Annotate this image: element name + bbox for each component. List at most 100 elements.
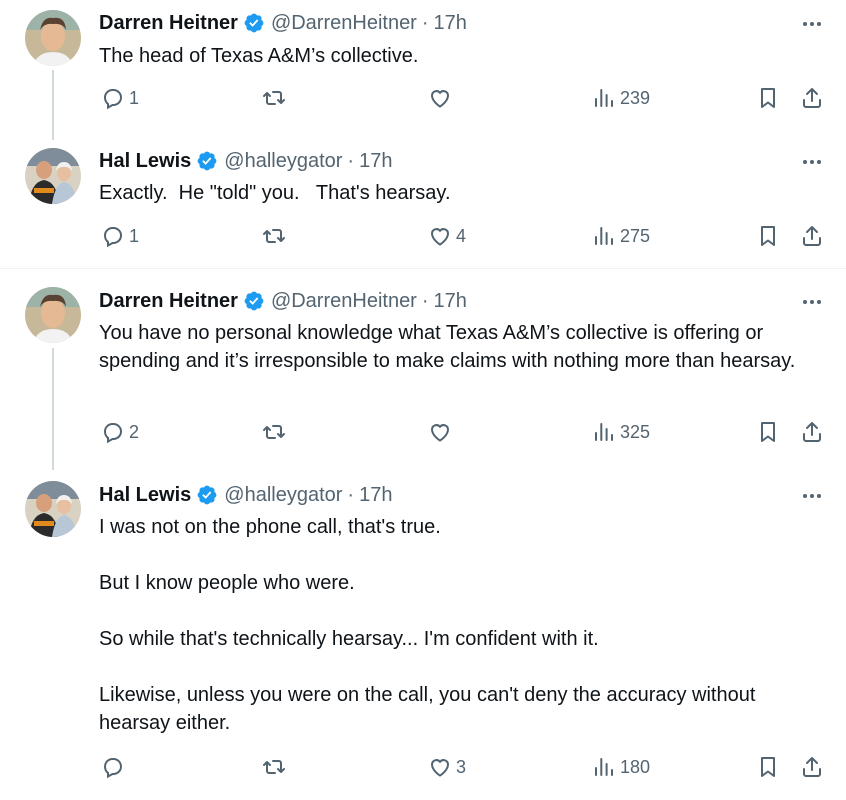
- heart-icon: [430, 228, 450, 246]
- separator: ·: [347, 150, 355, 172]
- tweet-text: The head of Texas A&M’s collective.: [99, 45, 419, 67]
- reply-count: 1: [129, 87, 140, 108]
- like-count: 4: [456, 225, 467, 246]
- reply-icon: [103, 758, 123, 779]
- bookmark-icon: [761, 226, 775, 246]
- author-name[interactable]: Hal Lewis: [99, 149, 191, 173]
- share-button[interactable]: [800, 86, 824, 110]
- retweet-button[interactable]: [262, 420, 290, 444]
- retweet-button[interactable]: [262, 755, 290, 779]
- share-button[interactable]: [800, 755, 824, 779]
- avatar[interactable]: [25, 481, 81, 537]
- views-count: 239: [620, 87, 651, 108]
- verified-badge-icon: [243, 290, 265, 312]
- retweet-icon: [263, 425, 285, 439]
- verified-badge-icon: [243, 12, 265, 34]
- timestamp[interactable]: 17h: [359, 149, 392, 173]
- author-handle[interactable]: @DarrenHeitner: [271, 11, 417, 35]
- tweet-header: Hal Lewis @halleygator · 17h: [99, 149, 392, 173]
- action-bar: 3 180: [0, 755, 846, 785]
- bookmark-icon: [761, 757, 775, 777]
- retweet-button[interactable]: [262, 224, 290, 248]
- verified-badge-icon: [196, 484, 218, 506]
- views-button[interactable]: 239: [592, 86, 650, 110]
- views-count: 325: [620, 421, 651, 442]
- more-options-icon[interactable]: [800, 150, 824, 174]
- like-button[interactable]: 3: [428, 755, 466, 779]
- views-button[interactable]: 325: [592, 420, 650, 444]
- action-bar: 1 239: [0, 86, 846, 116]
- views-icon: [595, 423, 613, 441]
- avatar[interactable]: [25, 148, 81, 204]
- author-name[interactable]: Darren Heitner: [99, 289, 238, 313]
- author-handle[interactable]: @DarrenHeitner: [271, 289, 417, 313]
- views-icon: [595, 227, 613, 245]
- reply-icon: [103, 423, 123, 444]
- tweet-text: You have no personal knowledge what Texa…: [99, 322, 796, 372]
- views-icon: [595, 89, 613, 107]
- share-button[interactable]: [800, 420, 824, 444]
- views-button[interactable]: 180: [592, 755, 650, 779]
- views-count: 180: [620, 756, 651, 777]
- tweet-header: Hal Lewis @halleygator · 17h: [99, 483, 392, 507]
- bookmark-button[interactable]: [756, 86, 780, 110]
- like-button[interactable]: [428, 86, 456, 110]
- conversation-divider: [0, 268, 846, 269]
- retweet-icon: [263, 91, 285, 105]
- action-bar: 1 4 275: [0, 224, 846, 254]
- reply-button[interactable]: 1: [101, 224, 139, 248]
- verified-badge-icon: [196, 150, 218, 172]
- reply-button[interactable]: 1: [101, 86, 139, 110]
- timestamp[interactable]: 17h: [359, 483, 392, 507]
- reply-button[interactable]: 2: [101, 420, 139, 444]
- author-name[interactable]: Darren Heitner: [99, 11, 238, 35]
- tweet-2[interactable]: Hal Lewis @halleygator · 17h Exactly. He…: [0, 140, 846, 268]
- reply-button[interactable]: [101, 755, 129, 779]
- author-handle[interactable]: @halleygator: [224, 149, 342, 173]
- views-button[interactable]: 275: [592, 224, 650, 248]
- reply-icon: [103, 227, 123, 248]
- avatar[interactable]: [25, 287, 81, 343]
- avatar[interactable]: [25, 10, 81, 66]
- retweet-icon: [263, 229, 285, 243]
- author-name[interactable]: Hal Lewis: [99, 483, 191, 507]
- share-icon: [803, 88, 821, 108]
- retweet-button[interactable]: [262, 86, 290, 110]
- more-options-icon[interactable]: [800, 12, 824, 36]
- heart-icon: [430, 759, 450, 777]
- views-count: 275: [620, 225, 651, 246]
- tweet-header: Darren Heitner @DarrenHeitner · 17h: [99, 289, 467, 313]
- reply-count: 2: [129, 421, 140, 442]
- bookmark-icon: [761, 422, 775, 442]
- bookmark-button[interactable]: [756, 755, 780, 779]
- bookmark-button[interactable]: [756, 420, 780, 444]
- separator: ·: [347, 484, 355, 506]
- timestamp[interactable]: 17h: [434, 11, 467, 35]
- thread-line: [52, 348, 54, 470]
- reply-icon: [103, 89, 123, 110]
- tweet-4[interactable]: Hal Lewis @halleygator · 17h I was not o…: [0, 472, 846, 800]
- tweet-3[interactable]: Darren Heitner @DarrenHeitner · 17h You …: [0, 278, 846, 470]
- like-count: 3: [456, 756, 467, 777]
- views-icon: [595, 758, 613, 776]
- author-handle[interactable]: @halleygator: [224, 483, 342, 507]
- more-options-icon[interactable]: [800, 290, 824, 314]
- share-icon: [803, 226, 821, 246]
- action-bar: 2 325: [0, 420, 846, 450]
- bookmark-button[interactable]: [756, 224, 780, 248]
- tweet-1[interactable]: Darren Heitner @DarrenHeitner · 17h The …: [0, 0, 846, 140]
- timestamp[interactable]: 17h: [434, 289, 467, 313]
- tweet-header: Darren Heitner @DarrenHeitner · 17h: [99, 11, 467, 35]
- reply-count: 1: [129, 225, 140, 246]
- like-button[interactable]: 4: [428, 224, 466, 248]
- heart-icon: [430, 90, 450, 108]
- share-button[interactable]: [800, 224, 824, 248]
- share-icon: [803, 757, 821, 777]
- more-options-icon[interactable]: [800, 484, 824, 508]
- heart-icon: [430, 424, 450, 442]
- tweet-text: Exactly. He "told" you. That's hearsay.: [99, 182, 451, 204]
- separator: ·: [421, 290, 429, 312]
- like-button[interactable]: [428, 420, 456, 444]
- bookmark-icon: [761, 88, 775, 108]
- separator: ·: [421, 12, 429, 34]
